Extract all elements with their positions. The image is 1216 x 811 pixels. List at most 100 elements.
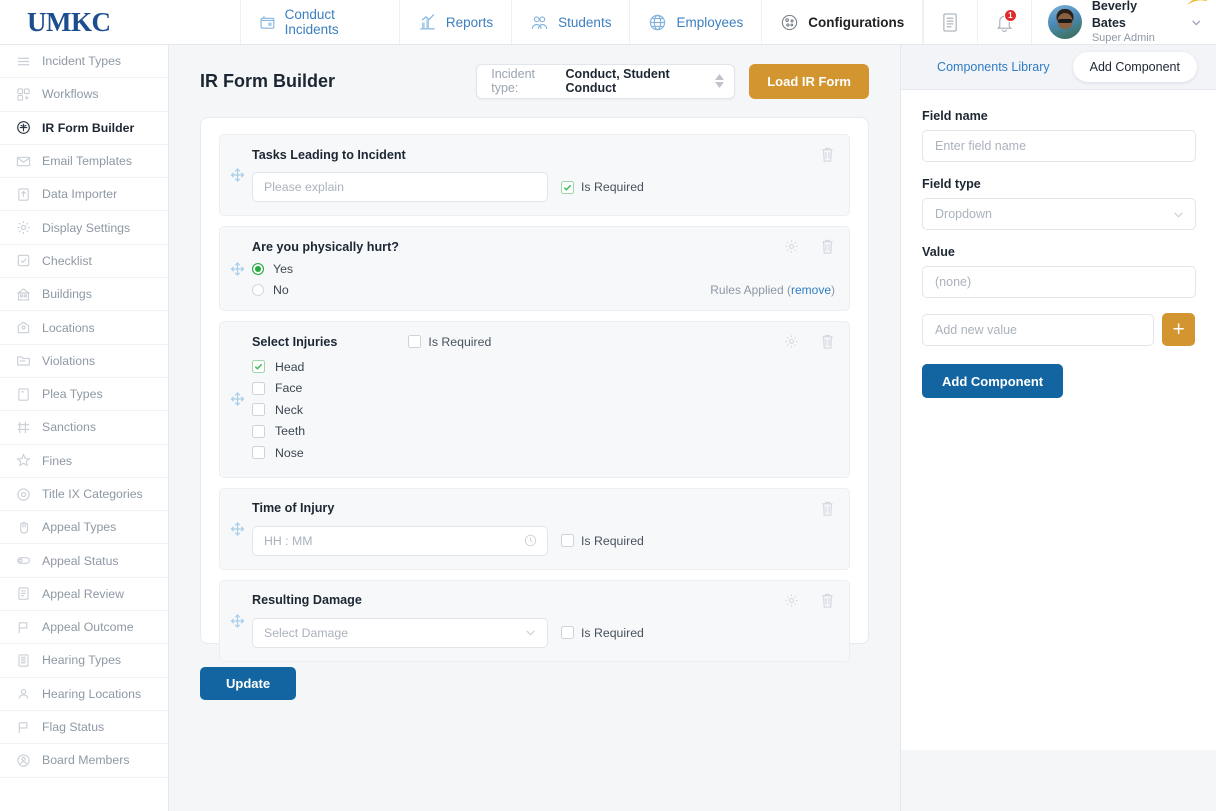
drag-handle-icon[interactable] bbox=[230, 261, 245, 276]
nav-item-employees[interactable]: Employees bbox=[630, 0, 763, 44]
app-root: UMKC Conduct Incidents Reports Students … bbox=[0, 0, 1216, 811]
drag-handle-icon[interactable] bbox=[230, 392, 245, 407]
sidebar-item-ir-form-builder[interactable]: IR Form Builder bbox=[0, 112, 168, 145]
sidebar-item-appeal-types[interactable]: Appeal Types bbox=[0, 511, 168, 545]
drag-handle-icon[interactable] bbox=[230, 613, 245, 628]
add-value-button[interactable]: + bbox=[1162, 313, 1195, 346]
sidebar-label: Appeal Outcome bbox=[42, 620, 134, 635]
gear-icon[interactable] bbox=[784, 592, 799, 609]
tab-add-component[interactable]: Add Component bbox=[1072, 52, 1197, 82]
component-card-tasks-leading-to-incident[interactable]: Tasks Leading to Incident Please explain… bbox=[219, 134, 850, 216]
sidebar-item-sanctions[interactable]: Sanctions bbox=[0, 411, 168, 445]
trash-icon[interactable] bbox=[820, 592, 835, 609]
time-placeholder: HH : MM bbox=[264, 533, 313, 548]
sidebar-item-fines[interactable]: Fines bbox=[0, 445, 168, 478]
sidebar-item-display-settings[interactable]: Display Settings bbox=[0, 211, 168, 245]
injury-checkbox-nose[interactable] bbox=[252, 446, 265, 460]
injury-option-nose[interactable]: Nose bbox=[252, 442, 835, 464]
form-builder-canvas: Tasks Leading to Incident Please explain… bbox=[200, 117, 869, 662]
tab-components-library[interactable]: Components Library bbox=[920, 52, 1067, 82]
injury-option-face[interactable]: Face bbox=[252, 378, 835, 400]
injury-option-neck[interactable]: Neck bbox=[252, 399, 835, 421]
nav-item-configurations[interactable]: Configurations bbox=[762, 0, 924, 44]
gear-icon[interactable] bbox=[784, 333, 799, 350]
sidebar-item-title-ix-categories[interactable]: Title IX Categories bbox=[0, 478, 168, 512]
injury-checkbox-teeth[interactable] bbox=[252, 424, 265, 438]
trash-icon[interactable] bbox=[820, 238, 835, 255]
injury-option-teeth[interactable]: Teeth bbox=[252, 421, 835, 443]
component-card-are-you-physically-hurt[interactable]: Are you physically hurt? Yes No Rules Ap… bbox=[219, 226, 850, 311]
time-of-injury-input[interactable]: HH : MM bbox=[252, 525, 548, 556]
sidebar-item-workflows[interactable]: Workflows bbox=[0, 78, 168, 112]
card-actions bbox=[784, 592, 835, 609]
sidebar-label: Buildings bbox=[42, 287, 92, 302]
radio-option-no[interactable]: No Rules Applied (remove) bbox=[252, 283, 835, 297]
is-required-label: Is Required bbox=[581, 533, 644, 548]
load-ir-form-button[interactable]: Load IR Form bbox=[749, 63, 869, 99]
sidebar-item-hearing-types[interactable]: Hearing Types bbox=[0, 644, 168, 678]
user-menu[interactable]: Beverly Bates Super Admin bbox=[1030, 0, 1216, 44]
is-required-checkbox[interactable] bbox=[561, 626, 574, 639]
rules-remove-link[interactable]: remove bbox=[791, 283, 831, 297]
injury-checkbox-neck[interactable] bbox=[252, 403, 265, 417]
trash-icon[interactable] bbox=[820, 146, 835, 163]
sidebar-item-email-templates[interactable]: Email Templates bbox=[0, 145, 168, 179]
sidebar-item-appeal-status[interactable]: Appeal Status bbox=[0, 544, 168, 578]
radio-label-no: No bbox=[273, 283, 289, 297]
nav-item-conduct-incidents[interactable]: Conduct Incidents bbox=[241, 0, 400, 44]
trash-icon[interactable] bbox=[820, 500, 835, 517]
nav-item-students[interactable]: Students bbox=[512, 0, 631, 44]
gear-icon[interactable] bbox=[784, 238, 799, 255]
radio-yes[interactable] bbox=[252, 263, 264, 275]
avatar-sunglasses bbox=[1057, 18, 1072, 23]
hand-icon bbox=[20, 521, 28, 534]
add-new-value-input[interactable]: Add new value bbox=[922, 313, 1155, 346]
injury-option-head[interactable]: Head bbox=[252, 356, 835, 378]
is-required-toggle[interactable]: Is Required bbox=[561, 626, 644, 640]
sidebar-item-buildings[interactable]: Buildings bbox=[0, 278, 168, 312]
sidebar-item-flag-status[interactable]: Flag Status bbox=[0, 711, 168, 745]
sidebar-item-board-members[interactable]: Board Members bbox=[0, 744, 168, 778]
incident-type-select[interactable]: Incident type: Conduct, Student Conduct bbox=[476, 63, 736, 99]
add-component-button[interactable]: Add Component bbox=[922, 364, 1064, 398]
injury-checkbox-face[interactable] bbox=[252, 381, 265, 395]
documents-button[interactable] bbox=[923, 0, 977, 44]
is-required-checkbox[interactable] bbox=[408, 335, 422, 348]
injury-checkbox-head[interactable] bbox=[252, 360, 265, 374]
sidebar-item-plea-types[interactable]: Plea Types bbox=[0, 378, 168, 412]
sidebar-item-incident-types[interactable]: Incident Types bbox=[0, 45, 168, 79]
component-card-resulting-damage[interactable]: Resulting Damage Select Damage Is Requir… bbox=[219, 579, 850, 662]
radio-option-yes[interactable]: Yes bbox=[252, 262, 835, 276]
logo[interactable]: UMKC bbox=[0, 0, 1208, 44]
incidents-icon bbox=[260, 15, 275, 29]
nav-item-reports[interactable]: Reports bbox=[400, 0, 513, 44]
injury-label-head: Head bbox=[275, 359, 305, 374]
sidebar-item-checklist[interactable]: Checklist bbox=[0, 245, 168, 279]
right-panel: Components Library Add Component Field n… bbox=[900, 45, 1216, 750]
field-type-select[interactable]: Dropdown bbox=[922, 198, 1196, 230]
sidebar-item-locations[interactable]: Locations bbox=[0, 311, 168, 345]
sidebar-label: Hearing Locations bbox=[42, 686, 142, 701]
sidebar-item-violations[interactable]: Violations bbox=[0, 345, 168, 378]
is-required-toggle[interactable]: Is Required bbox=[561, 180, 644, 194]
drag-handle-icon[interactable] bbox=[230, 168, 245, 183]
update-button[interactable]: Update bbox=[200, 667, 297, 700]
is-required-checkbox[interactable] bbox=[561, 180, 574, 194]
sidebar-item-appeal-outcome[interactable]: Appeal Outcome bbox=[0, 611, 168, 645]
is-required-checkbox[interactable] bbox=[561, 534, 574, 547]
value-current-input[interactable]: (none) bbox=[922, 266, 1196, 298]
is-required-toggle[interactable]: Is Required bbox=[408, 335, 491, 349]
resulting-damage-dropdown[interactable]: Select Damage bbox=[252, 617, 548, 648]
component-card-select-injuries[interactable]: Select Injuries Is Required Head Face Ne… bbox=[219, 321, 850, 478]
sidebar-item-data-importer[interactable]: Data Importer bbox=[0, 178, 168, 212]
radio-no[interactable] bbox=[252, 284, 264, 296]
component-card-time-of-injury[interactable]: Time of Injury HH : MM Is Required bbox=[219, 487, 850, 570]
sidebar-item-appeal-review[interactable]: Appeal Review bbox=[0, 578, 168, 612]
drag-handle-icon[interactable] bbox=[230, 521, 245, 536]
tasks-text-input[interactable]: Please explain bbox=[252, 172, 548, 202]
field-name-input[interactable]: Enter field name bbox=[922, 130, 1196, 162]
sidebar-item-hearing-locations[interactable]: Hearing Locations bbox=[0, 678, 168, 711]
trash-icon[interactable] bbox=[820, 333, 835, 350]
notifications-button[interactable]: 1 bbox=[977, 0, 1031, 44]
is-required-toggle[interactable]: Is Required bbox=[561, 534, 644, 548]
